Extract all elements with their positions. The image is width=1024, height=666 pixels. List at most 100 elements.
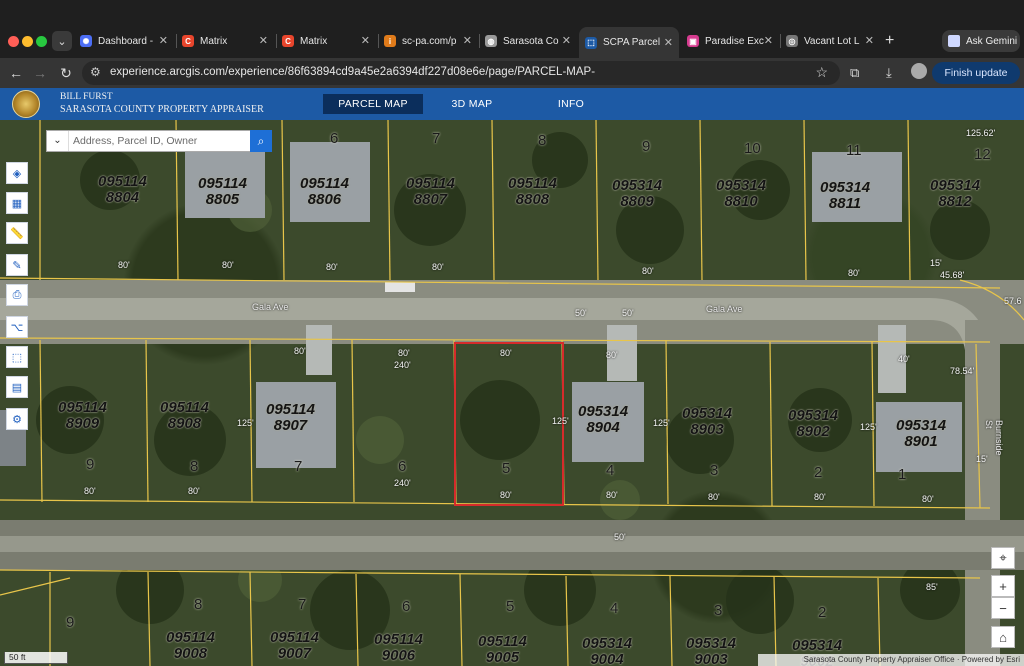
tab-close-icon[interactable]: ✕	[159, 34, 168, 47]
browser-tab-bar: ⌄ ✺ Dashboard - ✕ C Matrix ✕ C Matrix ✕ …	[0, 0, 1024, 58]
favicon-icon: ◍	[485, 35, 497, 47]
parcel-id-label[interactable]: 095114 8808	[508, 176, 557, 208]
print-icon[interactable]: ⎙	[6, 284, 28, 306]
back-icon[interactable]: ←	[6, 63, 26, 83]
tab-close-icon[interactable]: ✕	[764, 34, 773, 47]
parcel-search: ⌄ ⌕	[46, 130, 272, 152]
maximize-window-icon[interactable]	[36, 36, 47, 47]
parcel-id-label[interactable]: 095114 9005	[478, 634, 527, 666]
org-name-line2: SARASOTA COUNTY PROPERTY APPRAISER	[60, 104, 264, 115]
minimize-window-icon[interactable]	[22, 36, 33, 47]
parcel-id-label[interactable]: 095114 8907	[266, 402, 315, 434]
parcel-id-label[interactable]: 095114 8909	[58, 400, 107, 432]
parcel-id-label[interactable]: 095314 8902	[788, 408, 838, 440]
basemap-gallery-icon[interactable]: ▦	[6, 192, 28, 214]
tab-close-icon[interactable]: ✕	[463, 34, 472, 47]
tab-close-icon[interactable]: ✕	[664, 36, 673, 49]
lot-number: 4	[610, 600, 619, 617]
tab-close-icon[interactable]: ✕	[562, 34, 571, 47]
tab-close-icon[interactable]: ✕	[865, 34, 874, 47]
dimension-label: 125'	[860, 422, 877, 432]
tab-title: Matrix	[300, 35, 328, 47]
home-icon[interactable]: ⌂	[991, 626, 1015, 648]
measure-icon[interactable]: 📏	[6, 222, 28, 244]
favicon-icon: C	[282, 35, 294, 47]
browser-tab[interactable]: C Matrix ✕	[176, 29, 274, 53]
dimension-label: 80'	[606, 350, 618, 360]
new-tab-icon[interactable]: +	[885, 32, 894, 50]
tab-close-icon[interactable]: ✕	[361, 34, 370, 47]
locate-icon[interactable]: ⌖	[991, 547, 1015, 569]
dimension-label: 125'	[237, 418, 254, 428]
browser-tab[interactable]: ✺ Dashboard - ✕	[74, 29, 174, 53]
finish-update-button[interactable]: Finish update	[932, 62, 1020, 84]
parcel-id-label[interactable]: 095314 8812	[930, 178, 980, 210]
browser-tab[interactable]: i sc-pa.com/p ✕	[378, 29, 478, 53]
parcel-id-label[interactable]: 095114 8807	[406, 176, 455, 208]
dimension-label: 50'	[575, 308, 587, 318]
scale-bar: 50 ft	[4, 652, 68, 664]
search-source-dropdown-icon[interactable]: ⌄	[47, 131, 69, 151]
bookmark-star-icon[interactable]: ☆	[815, 64, 828, 81]
close-window-icon[interactable]	[8, 36, 19, 47]
site-info-icon[interactable]: ⚙	[90, 65, 101, 79]
parcel-id-label[interactable]: 095314 8810	[716, 178, 766, 210]
parcel-id-label[interactable]: 095114 9008	[166, 630, 215, 662]
address-bar[interactable]: ⚙ experience.arcgis.com/experience/86f63…	[82, 61, 840, 85]
lot-number: 9	[86, 456, 95, 473]
zoom-in-icon[interactable]: +	[991, 575, 1015, 597]
parcel-id-label[interactable]: 095114 8805	[198, 176, 247, 208]
lot-number: 12	[974, 146, 991, 163]
reload-icon[interactable]: ↻	[56, 63, 76, 83]
lot-number: 9	[642, 138, 651, 155]
draw-icon[interactable]: ✎	[6, 254, 28, 276]
lot-number: 5	[506, 598, 515, 615]
parcel-id-label[interactable]: 095314 8809	[612, 178, 662, 210]
parcel-id-label[interactable]: 095314 8901	[896, 418, 946, 450]
parcel-id-label[interactable]: 095114 8908	[160, 400, 209, 432]
nav-tab-info[interactable]: INFO	[546, 94, 596, 114]
lot-number: 3	[714, 602, 723, 619]
parcel-id-label[interactable]: 095314 8903	[682, 406, 732, 438]
dimension-label: 80'	[500, 348, 512, 358]
download-icon[interactable]: ⤓	[886, 65, 892, 81]
lot-number: 2	[818, 604, 827, 621]
search-input[interactable]	[73, 133, 251, 149]
extensions-icon[interactable]: ⧉	[850, 65, 859, 81]
browser-tab[interactable]: ◎ Vacant Lot L ✕	[780, 29, 880, 53]
parcel-id-label[interactable]: 095314 9004	[582, 636, 632, 666]
parcel-id-label[interactable]: 095314 8811	[820, 180, 870, 212]
profile-avatar[interactable]	[911, 63, 927, 79]
zoom-out-icon[interactable]: −	[991, 597, 1015, 619]
parcel-map[interactable]: Gala Ave Gala Ave Burnside St 095114 8804…	[0, 120, 1024, 666]
search-icon[interactable]: ⌕	[250, 130, 272, 152]
tab-close-icon[interactable]: ✕	[259, 34, 268, 47]
parcel-id-label[interactable]: 095114 8806	[300, 176, 349, 208]
browser-tab-active[interactable]: ⬚ SCPA Parcel ✕	[579, 27, 679, 58]
dimension-label: 50'	[614, 532, 626, 542]
nav-tab-3d-map[interactable]: 3D MAP	[440, 94, 504, 114]
browser-tab[interactable]: ◍ Sarasota Co ✕	[479, 29, 577, 53]
layers-icon[interactable]: ◈	[6, 162, 28, 184]
parcel-id-label[interactable]: 095114 9006	[374, 632, 423, 664]
tab-search-dropdown-icon[interactable]: ⌄	[52, 31, 72, 51]
share-icon[interactable]: ⌥	[6, 316, 28, 338]
table-icon[interactable]: ▤	[6, 376, 28, 398]
parcel-id-label[interactable]: 095114 8804	[98, 174, 147, 206]
lot-number: 4	[606, 462, 615, 479]
favicon-icon: C	[182, 35, 194, 47]
dimension-label: 80'	[118, 260, 130, 270]
query-icon[interactable]: ⚙	[6, 408, 28, 430]
browser-tab[interactable]: C Matrix ✕	[276, 29, 376, 53]
forward-icon[interactable]: →	[30, 63, 50, 83]
favicon-icon: ◎	[786, 35, 798, 47]
ask-gemini-button[interactable]: Ask Gemini	[942, 30, 1020, 52]
dimension-label: 80'	[188, 486, 200, 496]
browser-tab[interactable]: ▣ Paradise Exc ✕	[681, 29, 779, 53]
lot-number: 8	[538, 132, 547, 149]
select-icon[interactable]: ⬚	[6, 346, 28, 368]
nav-tab-parcel-map[interactable]: PARCEL MAP	[323, 94, 423, 114]
parcel-id-label[interactable]: 095314 8904	[578, 404, 628, 436]
parcel-id-label[interactable]: 095314 9003	[686, 636, 736, 666]
parcel-id-label[interactable]: 095114 9007	[270, 630, 319, 662]
